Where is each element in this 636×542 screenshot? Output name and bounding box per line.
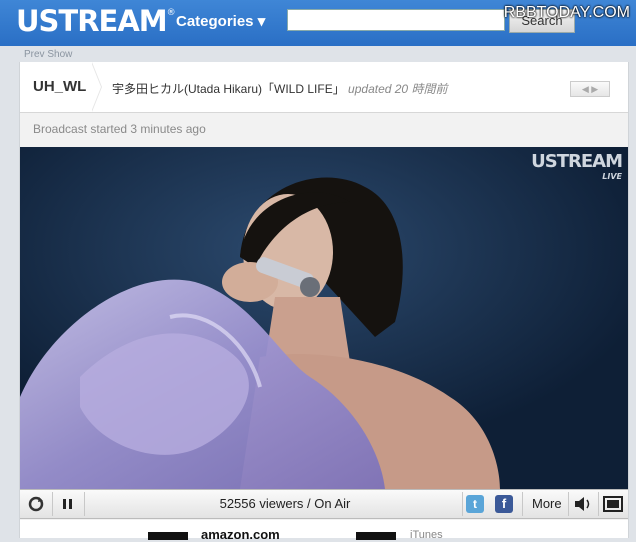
site-watermark: RBBTODAY.COM bbox=[503, 4, 630, 21]
top-header: USTREAM® Categories ▾ Search RBBTODAY.CO… bbox=[0, 0, 636, 46]
breadcrumb-chevron-icon bbox=[91, 62, 102, 112]
categories-menu[interactable]: Categories ▾ bbox=[176, 12, 265, 30]
video-player[interactable]: USTREAM LIVE bbox=[20, 147, 628, 489]
pause-icon[interactable] bbox=[56, 490, 80, 518]
ad-thumbnail[interactable] bbox=[356, 532, 396, 540]
player-card: UH_WL 宇多田ヒカル(Utada Hikaru)「WILD LIFE」 up… bbox=[19, 62, 629, 542]
ustream-logo[interactable]: USTREAM® bbox=[16, 4, 176, 38]
fullscreen-icon[interactable] bbox=[602, 490, 624, 518]
channel-name[interactable]: UH_WL bbox=[33, 78, 86, 95]
video-frame bbox=[20, 147, 628, 489]
updated-time: updated 20 時間前 bbox=[348, 82, 448, 96]
viewer-count: 52556 viewers / On Air bbox=[219, 496, 351, 511]
broadcast-status: Broadcast started 3 minutes ago bbox=[33, 122, 206, 136]
twitter-icon[interactable]: t bbox=[466, 490, 488, 518]
search-input[interactable] bbox=[287, 9, 505, 31]
ustream-live-logo: USTREAM LIVE bbox=[531, 151, 623, 181]
itunes-link[interactable]: iTunes bbox=[410, 529, 443, 541]
refresh-icon[interactable] bbox=[24, 490, 48, 518]
show-title: 宇多田ヒカル(Utada Hikaru)「WILD LIFE」 updated … bbox=[112, 80, 447, 97]
ad-thumbnail[interactable] bbox=[148, 532, 188, 540]
facebook-icon[interactable]: f bbox=[495, 490, 517, 518]
more-button[interactable]: More bbox=[532, 490, 562, 518]
amazon-link[interactable]: amazon.com bbox=[201, 527, 280, 542]
prev-next-arrows[interactable]: ◀ ▶ bbox=[570, 81, 610, 97]
show-title-text: 宇多田ヒカル(Utada Hikaru)「WILD LIFE」 bbox=[112, 82, 345, 96]
channel-title-bar: UH_WL 宇多田ヒカル(Utada Hikaru)「WILD LIFE」 up… bbox=[20, 62, 628, 113]
volume-icon[interactable] bbox=[572, 490, 594, 518]
player-controls: 52556 viewers / On Air t f More bbox=[20, 489, 628, 519]
prev-show-link[interactable]: Prev Show bbox=[24, 49, 72, 60]
ad-strip: amazon.com iTunes bbox=[20, 520, 628, 542]
